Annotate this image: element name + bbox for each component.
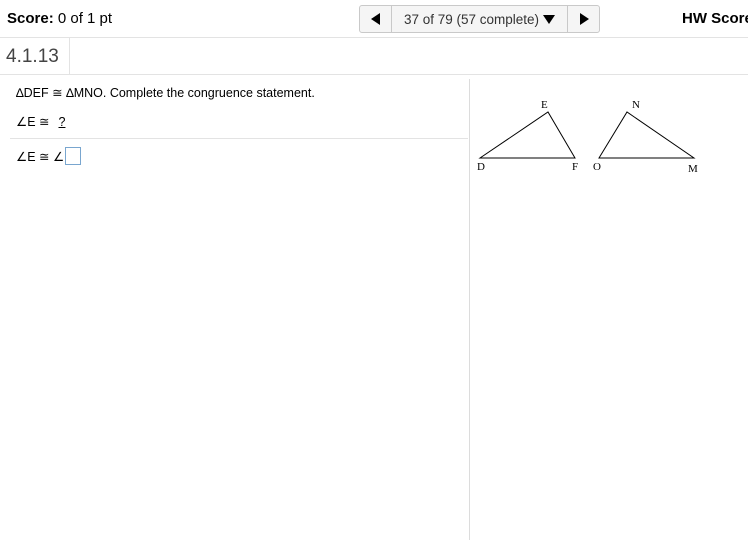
progress-text: 37 of 79 (57 complete) [403,11,540,27]
score-value: 0 of 1 pt [57,10,113,27]
vertex-label-e: E [541,99,548,111]
given-statement-blank: ? [58,115,66,129]
given-statement-left: ∠E ≅ [16,115,50,129]
question-number-divider [69,38,70,74]
question-number-row: 4.1.13 [0,38,748,75]
question-list-dropdown[interactable]: 37 of 79 (57 complete) [392,6,567,32]
previous-question-button[interactable] [360,6,392,32]
vertex-label-o: O [593,161,601,173]
top-bar: Score: 0 of 1 pt 37 of 79 (57 complete) … [0,0,748,38]
score-label: Score: [7,10,54,27]
section-divider [10,138,468,139]
vertex-label-n: N [632,99,640,111]
hw-score-label: HW Score [682,10,748,27]
triangle-right-icon [579,13,589,25]
question-navigator: 37 of 79 (57 complete) [359,5,600,33]
next-question-button[interactable] [567,6,599,32]
vertex-label-d: D [477,161,485,173]
triangle-left-icon [370,13,380,25]
given-statement: ∠E ≅ ? [16,114,69,129]
vertex-label-f: F [572,161,578,173]
triangle-def: D E F [477,99,578,173]
answer-prefix: ∠E ≅ ∠ [16,149,65,164]
vertex-label-m: M [688,163,698,175]
panel-divider [469,79,470,540]
triangle-mno: O N M [593,99,698,175]
question-number: 4.1.13 [6,46,59,67]
question-prompt: ∆DEF ≅ ∆MNO. Complete the congruence sta… [16,86,315,100]
score-display: Score: 0 of 1 pt [7,10,112,27]
triangles-figure: D E F O N M [477,99,698,175]
answer-line: ∠E ≅ ∠ [16,147,82,165]
caret-down-icon [543,14,556,24]
answer-input[interactable] [65,147,82,165]
